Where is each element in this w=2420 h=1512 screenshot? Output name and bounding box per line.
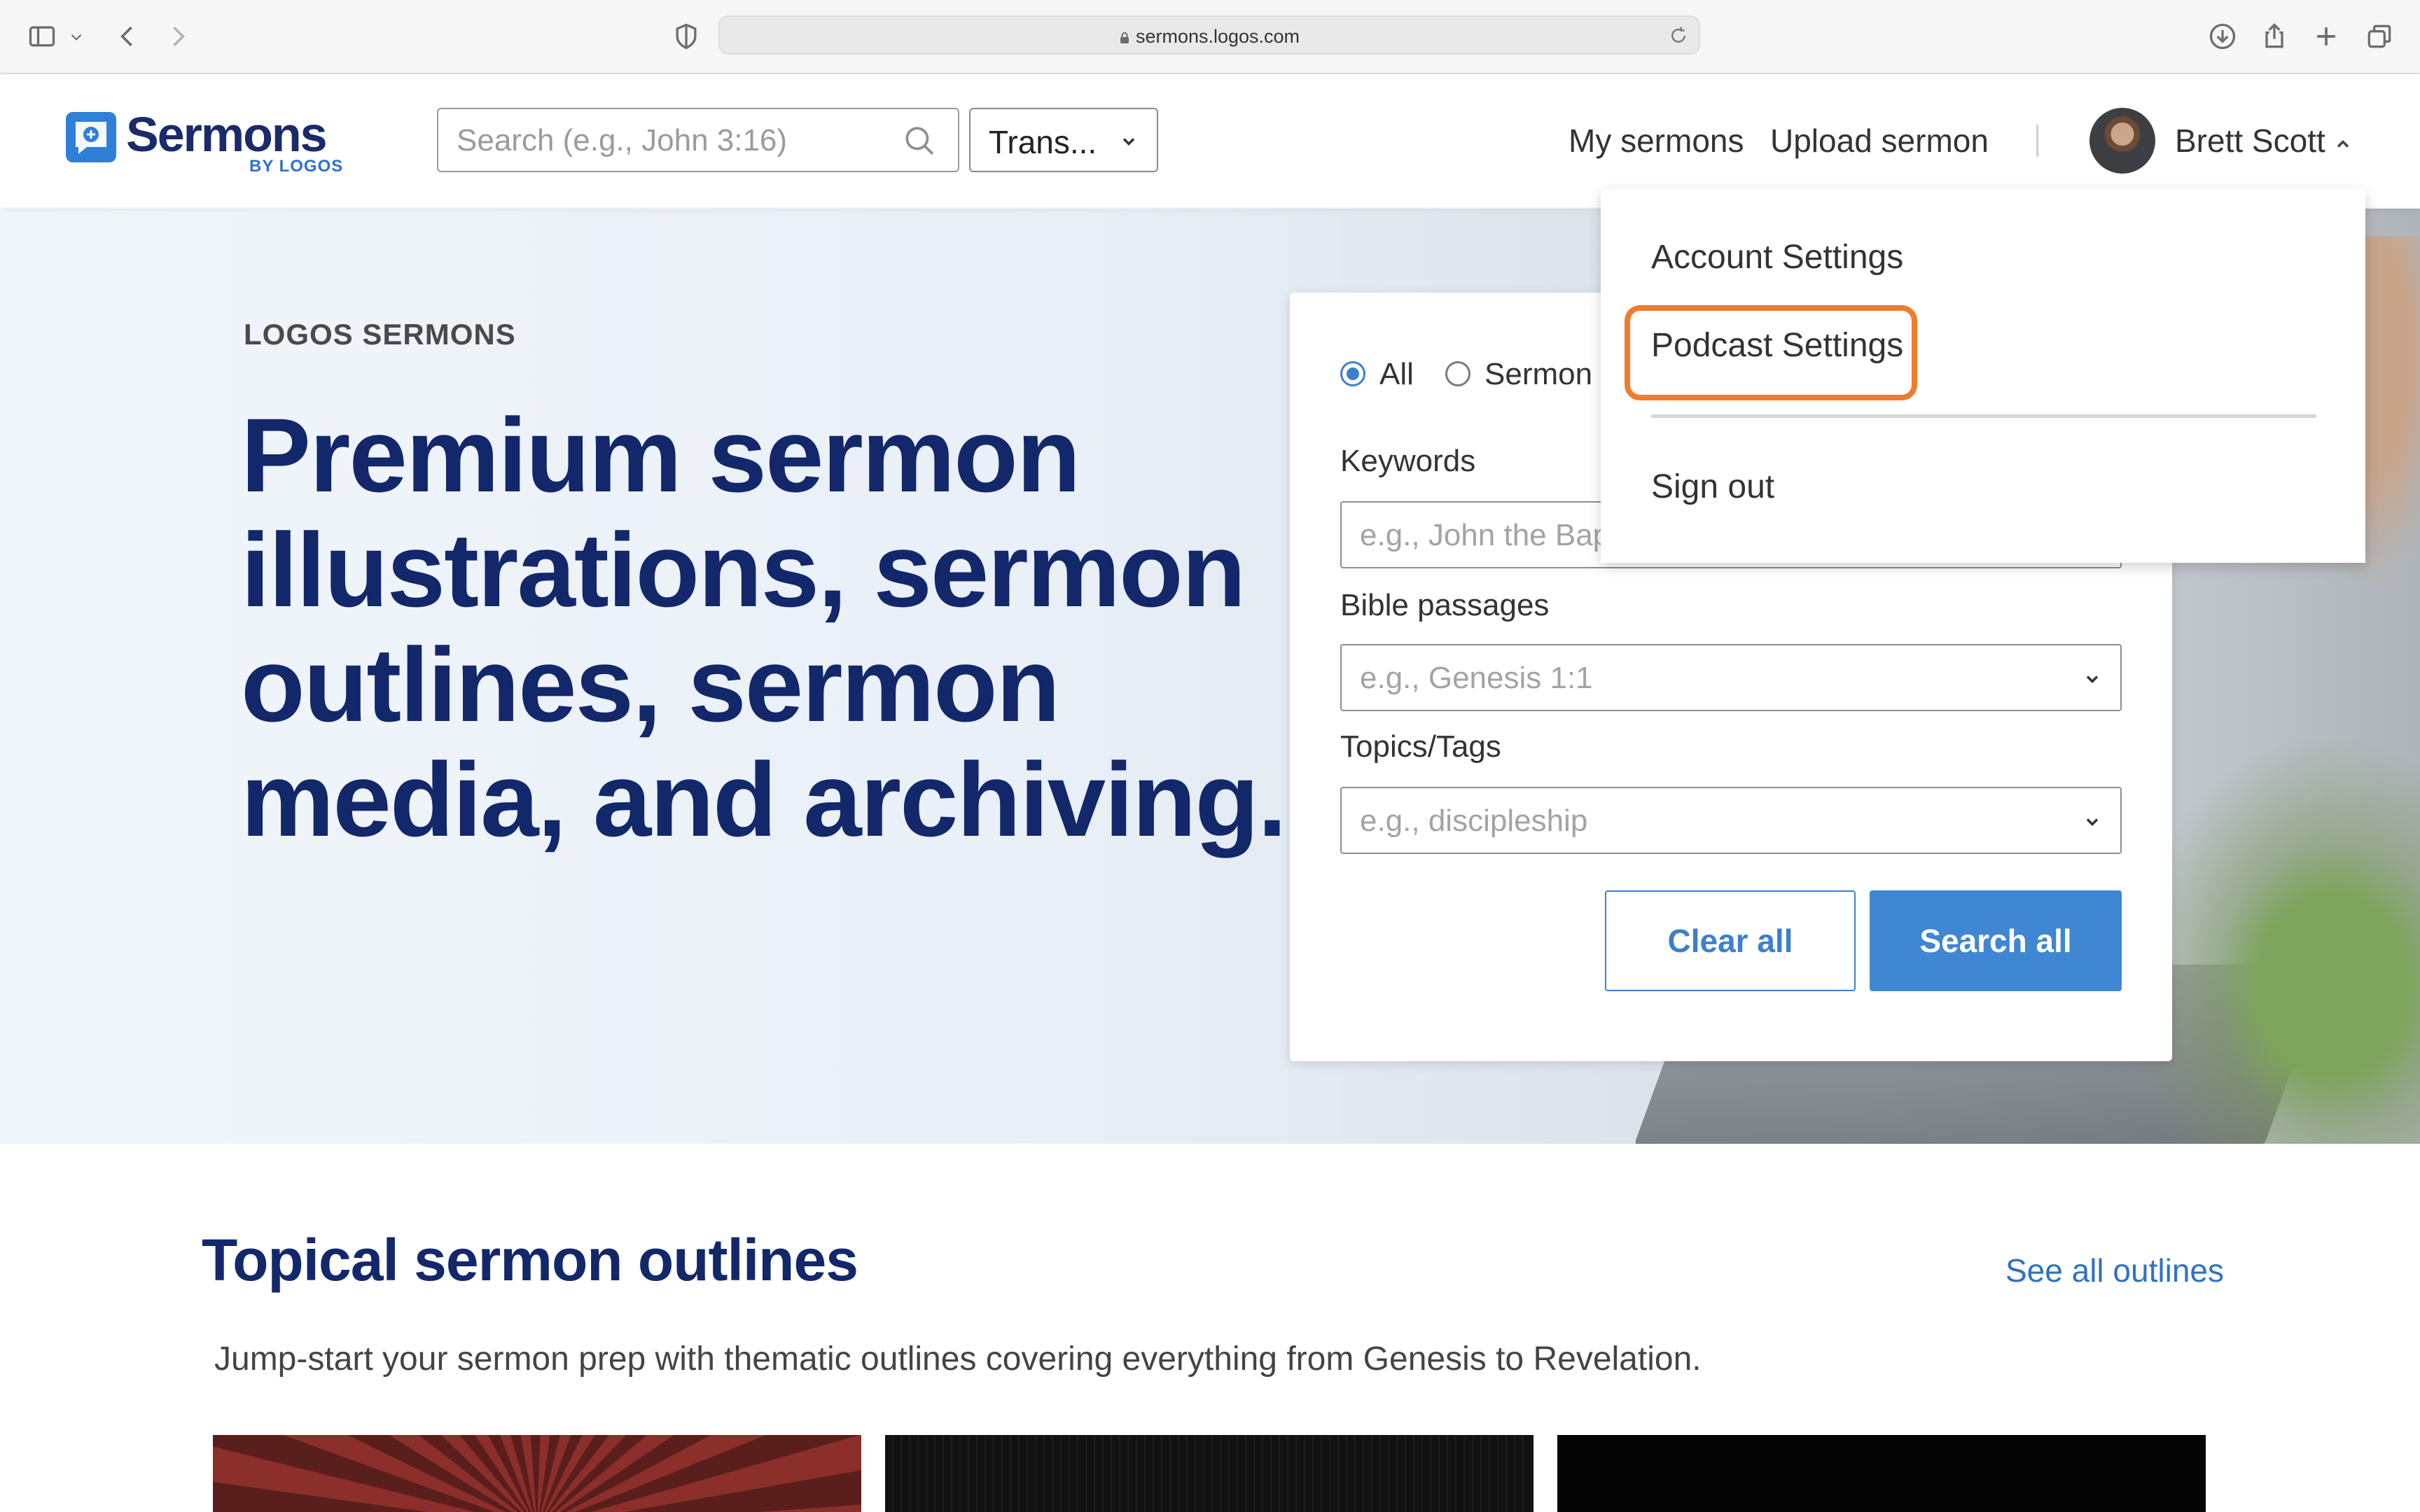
outline-card-thumbnail[interactable] (885, 1435, 1534, 1512)
upload-sermon-link[interactable]: Upload sermon (1770, 122, 1989, 160)
clear-all-button[interactable]: Clear all (1605, 890, 1856, 991)
site-search (437, 108, 959, 172)
privacy-shield-icon[interactable] (671, 21, 702, 52)
address-bar[interactable]: sermons.logos.com (718, 15, 1700, 55)
share-icon[interactable] (2259, 21, 2290, 52)
chevron-down-icon (2082, 669, 2102, 689)
bible-passages-placeholder: e.g., Genesis 1:1 (1360, 661, 1593, 695)
radio-sermon-label[interactable]: Sermon (1484, 357, 1592, 392)
topics-placeholder: e.g., discipleship (1360, 804, 1588, 838)
logo-text[interactable]: Sermons (126, 106, 328, 162)
forward-arrow-icon[interactable] (162, 21, 193, 52)
search-all-button[interactable]: Search all (1870, 890, 2122, 991)
radio-indicator[interactable] (1445, 361, 1470, 386)
outline-card-thumbnail[interactable] (213, 1435, 861, 1512)
translation-label: Trans... (989, 124, 1097, 160)
site-header: Sermons BY LOGOS Trans... My sermons Upl… (0, 74, 2420, 207)
back-arrow-icon[interactable] (112, 21, 143, 52)
user-menu-name[interactable]: Brett Scott (2175, 122, 2325, 160)
new-tab-icon[interactable] (2311, 21, 2342, 52)
see-all-outlines-link[interactable]: See all outlines (2005, 1252, 2224, 1289)
search-icon[interactable] (902, 123, 937, 158)
avatar[interactable] (2089, 108, 2155, 174)
keywords-label: Keywords (1340, 444, 1476, 478)
tab-overview-icon[interactable] (2364, 21, 2395, 52)
podcast-settings-item[interactable]: Podcast Settings (1651, 326, 1903, 365)
translation-select[interactable]: Trans... (969, 108, 1158, 172)
topics-select[interactable]: e.g., discipleship (1340, 787, 2122, 854)
topics-label: Topics/Tags (1340, 729, 1501, 764)
keywords-placeholder: e.g., John the Bap (1360, 518, 1611, 552)
reload-icon[interactable] (1668, 25, 1689, 46)
lock-icon (1120, 32, 1129, 43)
hero-eyebrow: LOGOS SERMONS (244, 318, 516, 351)
chevron-down-icon (2082, 812, 2102, 832)
bible-passages-label: Bible passages (1340, 588, 1550, 622)
menu-divider (1651, 414, 2316, 418)
sermons-logo-icon[interactable] (66, 112, 116, 162)
chevron-up-icon[interactable] (2333, 134, 2353, 154)
url-text: sermons.logos.com (1135, 26, 1300, 47)
user-dropdown-menu: Account Settings Podcast Settings Sign o… (1601, 189, 2365, 563)
browser-toolbar: sermons.logos.com (0, 0, 2420, 74)
logo-subtitle: BY LOGOS (249, 157, 344, 176)
outlines-description: Jump-start your sermon prep with themati… (214, 1340, 1702, 1378)
downloads-icon[interactable] (2207, 21, 2238, 52)
bible-passages-select[interactable]: e.g., Genesis 1:1 (1340, 644, 2122, 711)
nav-divider (2036, 125, 2038, 157)
hero-title: Premium sermon illustrations, sermon out… (241, 396, 1287, 858)
radio-all-label[interactable]: All (1379, 357, 1414, 392)
my-sermons-link[interactable]: My sermons (1569, 122, 1744, 160)
chevron-down-icon (1119, 132, 1139, 151)
account-settings-item[interactable]: Account Settings (1651, 238, 1903, 276)
outlines-title: Topical sermon outlines (202, 1227, 858, 1293)
sidebar-toggle-icon[interactable] (27, 21, 57, 52)
outline-card-thumbnail[interactable] (1557, 1435, 2206, 1512)
chevron-down-icon[interactable] (67, 21, 85, 52)
sign-out-item[interactable]: Sign out (1651, 468, 1774, 506)
search-input[interactable] (455, 109, 878, 172)
radio-selected-indicator[interactable] (1340, 361, 1365, 386)
